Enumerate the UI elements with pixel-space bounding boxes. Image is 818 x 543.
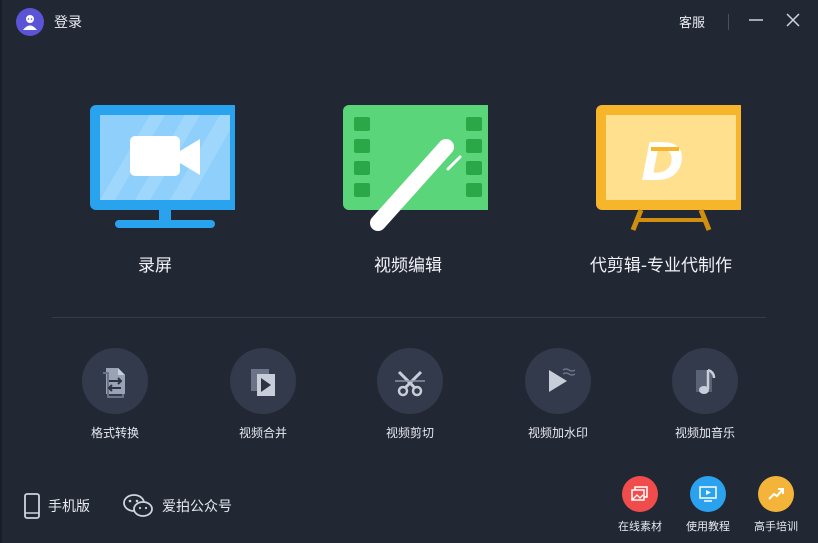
- minimize-button[interactable]: [742, 6, 770, 34]
- feature-agency-editing[interactable]: D 代剪辑-专业代制作: [571, 105, 751, 276]
- divider: [728, 14, 729, 30]
- wechat-label: 爱拍公众号: [162, 499, 232, 515]
- tool-video-music[interactable]: 视频加音乐: [645, 348, 765, 441]
- minimize-icon: [749, 19, 763, 21]
- mobile-label: 手机版: [48, 499, 90, 515]
- section-divider: [52, 317, 766, 318]
- feature-label: 录屏: [138, 256, 172, 276]
- expert-training-button[interactable]: 高手培训: [741, 476, 811, 534]
- feature-video-edit[interactable]: 视频编辑: [318, 105, 498, 276]
- tool-label: 视频合并: [238, 426, 287, 440]
- video-tutorial-icon: [699, 486, 717, 502]
- monitor-camera-icon: [75, 105, 240, 235]
- merge-video-icon: [251, 369, 275, 396]
- tool-video-cut[interactable]: 视频剪切: [350, 348, 470, 441]
- tool-video-watermark[interactable]: 视频加水印: [498, 348, 618, 441]
- scissors-icon: [395, 370, 425, 397]
- tool-label: 视频剪切: [385, 426, 434, 440]
- feature-label: 代剪辑-专业代制作: [589, 256, 733, 276]
- tool-label: 视频加音乐: [674, 426, 735, 440]
- tutorial-button[interactable]: 使用教程: [673, 476, 743, 534]
- avatar[interactable]: [16, 8, 44, 36]
- feature-screen-record[interactable]: 录屏: [65, 105, 245, 276]
- close-icon: [786, 13, 800, 27]
- phone-icon: [24, 493, 40, 519]
- support-link[interactable]: 客服: [679, 12, 705, 31]
- svg-text:D: D: [641, 133, 684, 193]
- tool-label: 视频加水印: [527, 426, 588, 440]
- tool-format-convert[interactable]: 格式转换: [55, 348, 175, 441]
- trend-up-icon: [768, 488, 784, 500]
- mobile-version-link[interactable]: 手机版: [24, 493, 90, 519]
- window-edge: [0, 0, 2, 543]
- tutorial-label: 使用教程: [686, 520, 730, 533]
- wechat-icon: [123, 494, 153, 517]
- login-link[interactable]: 登录: [54, 12, 82, 32]
- feature-label: 视频编辑: [374, 256, 442, 276]
- close-button[interactable]: [779, 6, 807, 34]
- online-materials-button[interactable]: 在线素材: [605, 476, 675, 534]
- expert-training-label: 高手培训: [754, 520, 798, 533]
- image-gallery-icon: [631, 486, 648, 501]
- convert-file-icon: [103, 368, 125, 398]
- easel-logo-icon: D: [581, 105, 746, 235]
- play-watermark-icon: [549, 368, 575, 392]
- user-icon: [23, 15, 37, 30]
- tool-label: 格式转换: [90, 426, 139, 440]
- wechat-account-link[interactable]: 爱拍公众号: [122, 493, 232, 519]
- music-note-icon: [696, 368, 716, 394]
- film-pen-icon: [328, 105, 493, 235]
- online-materials-label: 在线素材: [618, 520, 662, 533]
- tool-video-merge[interactable]: 视频合并: [203, 348, 323, 441]
